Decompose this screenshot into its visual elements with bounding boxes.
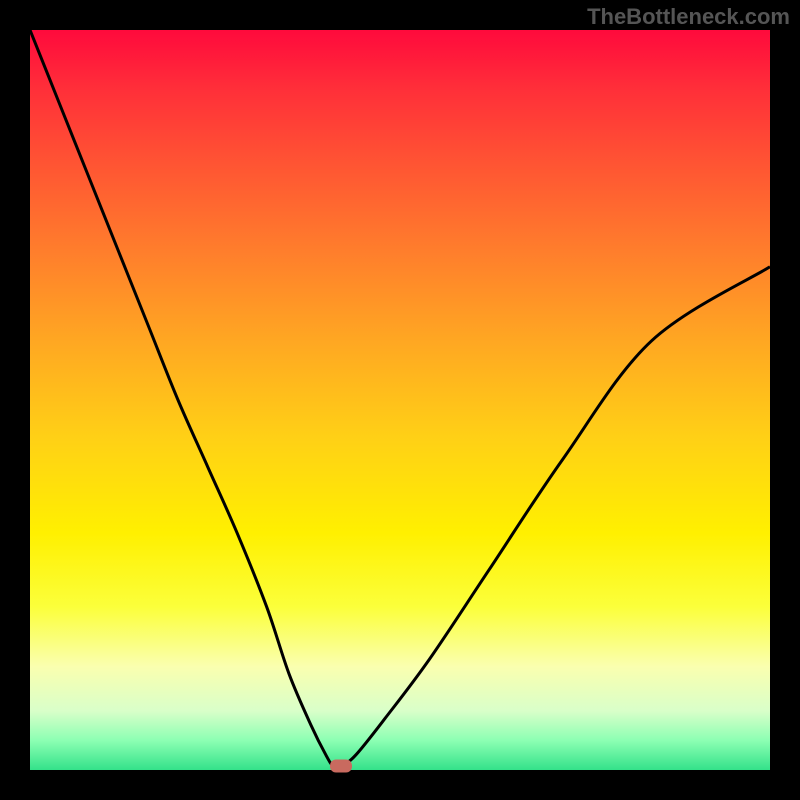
plot-area bbox=[30, 30, 770, 770]
curve-svg bbox=[30, 30, 770, 770]
chart-container: TheBottleneck.com bbox=[0, 0, 800, 800]
watermark-label: TheBottleneck.com bbox=[587, 4, 790, 30]
minimum-marker bbox=[330, 760, 352, 773]
bottleneck-curve-path bbox=[30, 30, 770, 768]
